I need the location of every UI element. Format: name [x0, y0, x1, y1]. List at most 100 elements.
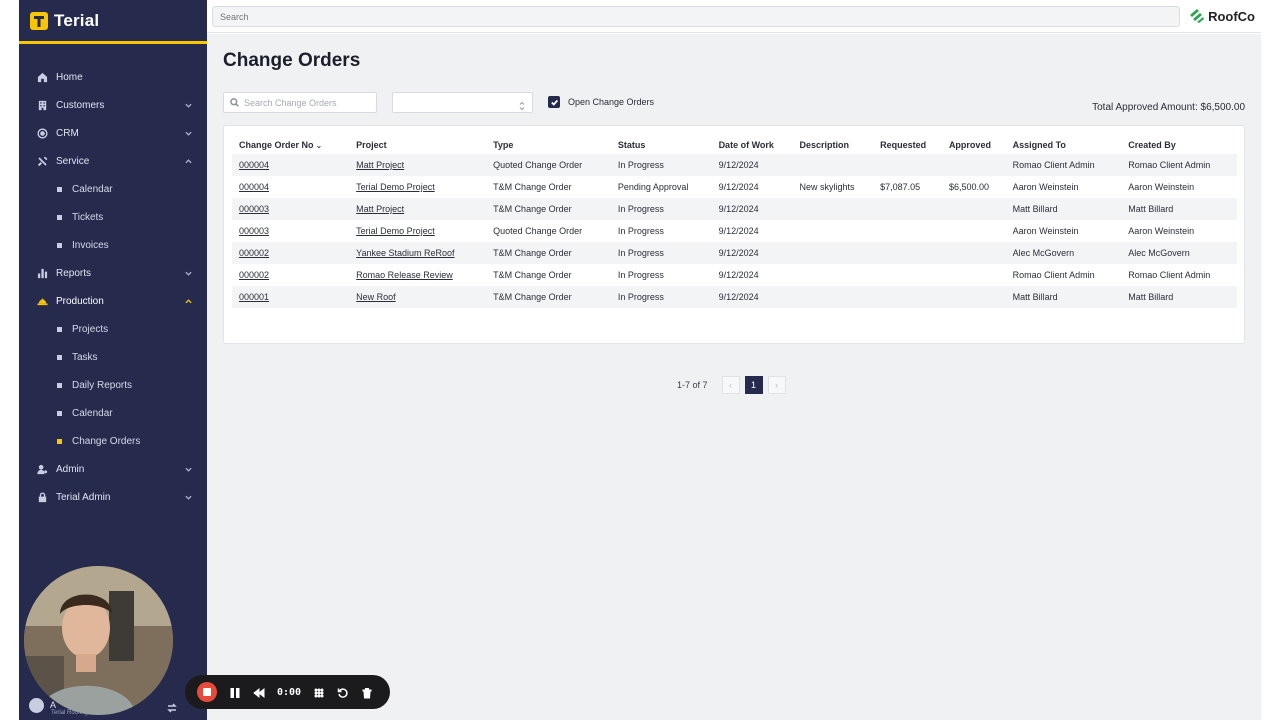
chevron-down-icon	[185, 493, 192, 500]
roofco-logo-icon	[1190, 9, 1205, 23]
sidebar-subitem-service-calendar[interactable]: Calendar	[19, 175, 207, 203]
checkbox-label: Open Change Orders	[568, 97, 655, 107]
sidebar-subitem-tickets[interactable]: Tickets	[19, 203, 207, 231]
sidebar-item-label: Customers	[56, 99, 105, 111]
open-change-orders-filter[interactable]: Open Change Orders	[548, 96, 654, 108]
filter-select[interactable]	[392, 92, 533, 113]
check-icon	[550, 99, 558, 106]
change-order-link[interactable]: 000004	[239, 182, 269, 192]
bullet-icon	[57, 242, 62, 248]
open-change-orders-checkbox[interactable]	[548, 96, 560, 108]
cell-assigned-to: Romao Client Admin	[1005, 154, 1122, 176]
page-1-button[interactable]: 1	[744, 376, 763, 394]
change-order-search[interactable]	[223, 92, 377, 113]
cell-description: New skylights	[799, 182, 855, 192]
sidebar-subitem-daily-reports[interactable]: Daily Reports	[19, 371, 207, 399]
webcam-overlay	[24, 566, 173, 715]
project-link[interactable]: Matt Project	[356, 204, 404, 214]
bullet-icon	[57, 382, 62, 388]
sidebar-subitem-label: Projects	[72, 323, 109, 335]
chevron-down-icon	[185, 129, 192, 136]
column-header-label: Change Order No	[239, 140, 314, 150]
bullet-icon	[57, 410, 62, 416]
cell-approved	[941, 286, 1006, 308]
cell-change-order-no: 000002	[232, 264, 349, 286]
cell-created-by: Matt Billard	[1121, 286, 1237, 308]
trash-icon[interactable]	[361, 686, 373, 699]
column-header-assigned-to[interactable]: Assigned To	[1006, 136, 1122, 154]
project-link[interactable]: Matt Project	[356, 160, 404, 170]
column-header-created-by[interactable]: Created By	[1121, 136, 1237, 154]
sidebar-item-admin[interactable]: Admin	[19, 455, 207, 483]
project-link[interactable]: Romao Release Review	[356, 270, 453, 280]
sidebar-item-label: Production	[56, 295, 104, 307]
stop-recording-button[interactable]	[197, 682, 217, 702]
pagination: 1-7 of 7 ‹ 1 ›	[677, 376, 791, 394]
project-link[interactable]: Yankee Stadium ReRoof	[356, 248, 454, 258]
sidebar-subitem-change-orders[interactable]: Change Orders	[19, 427, 207, 455]
change-order-link[interactable]: 000002	[239, 270, 269, 280]
cell-change-order-no: 000001	[232, 286, 350, 308]
sidebar-item-service[interactable]: Service	[19, 147, 207, 175]
next-page-button[interactable]: ›	[767, 376, 786, 394]
change-order-link[interactable]: 000003	[239, 204, 269, 214]
sidebar-item-label: Terial Admin	[56, 491, 111, 503]
sidebar-subitem-invoices[interactable]: Invoices	[19, 231, 207, 259]
sidebar-item-reports[interactable]: Reports	[19, 259, 207, 287]
sidebar-item-production[interactable]: Production	[19, 287, 207, 315]
sidebar-item-terial-admin[interactable]: Terial Admin	[19, 483, 207, 511]
column-header-status[interactable]: Status	[611, 136, 712, 154]
table-row[interactable]: 000003 Matt Project T&M Change Order In Pro…	[232, 198, 1237, 220]
pagination-count: 1-7 of 7	[677, 380, 708, 390]
cell-type: Quoted Change Order	[486, 154, 611, 176]
column-header-requested[interactable]: Requested	[873, 136, 942, 154]
brand[interactable]: Terial	[19, 0, 207, 44]
sidebar-subitem-tasks[interactable]: Tasks	[19, 343, 207, 371]
cell-date-of-work: 9/12/2024	[718, 182, 759, 192]
table-row[interactable]: 000003 Terial Demo Project Quoted Change O…	[232, 220, 1237, 242]
cell-created-by: Aaron Weinstein	[1128, 182, 1195, 192]
cell-created-by: Romao Client Admin	[1121, 154, 1237, 176]
column-header-change-order-no[interactable]: Change Order No ⌄	[232, 136, 349, 154]
change-order-link[interactable]: 000001	[239, 292, 269, 302]
column-header-type[interactable]: Type	[486, 136, 611, 154]
sidebar-item-home[interactable]: Home	[19, 63, 207, 91]
change-order-link[interactable]: 000004	[239, 160, 269, 170]
cell-type: T&M Change Order	[486, 286, 611, 308]
change-order-link[interactable]: 000003	[239, 226, 269, 236]
column-header-date-of-work[interactable]: Date of Work	[712, 136, 793, 154]
change-order-link[interactable]: 000002	[239, 248, 269, 258]
table-row[interactable]: 000004 Matt Project Quoted Change Order In …	[232, 154, 1237, 176]
rewind-icon[interactable]	[253, 686, 265, 699]
bullet-icon	[57, 326, 62, 332]
cell-project: Matt Project	[349, 154, 487, 176]
terial-logo-icon	[30, 11, 48, 30]
project-link[interactable]: New Roof	[356, 292, 396, 302]
cell-created-by: Matt Billard	[1121, 198, 1237, 220]
table-row[interactable]: 000004 Terial Demo Project T&M Change Orde…	[232, 176, 1237, 198]
cell-requested: $7,087.05	[880, 182, 921, 192]
restart-icon[interactable]	[337, 686, 349, 698]
column-header-project[interactable]: Project	[349, 136, 486, 154]
project-link[interactable]: Terial Demo Project	[356, 182, 435, 192]
sidebar-subitem-production-calendar[interactable]: Calendar	[19, 399, 207, 427]
pause-icon[interactable]	[229, 686, 241, 698]
grid-icon[interactable]	[313, 686, 325, 698]
column-header-approved[interactable]: Approved	[942, 136, 1006, 154]
table-row[interactable]: 000002 Romao Release Review T&M Change Ord…	[232, 264, 1237, 286]
sidebar-item-customers[interactable]: Customers	[19, 91, 207, 119]
project-link[interactable]: Terial Demo Project	[356, 226, 435, 236]
cell-requested	[873, 220, 942, 242]
previous-page-button[interactable]: ‹	[721, 376, 740, 394]
global-search-input[interactable]	[212, 6, 1180, 27]
cell-requested	[873, 264, 942, 286]
sidebar-item-crm[interactable]: CRM	[19, 119, 207, 147]
switch-icon[interactable]	[167, 700, 177, 713]
table-row[interactable]: 000001 New Roof T&M Change Order In Progres…	[232, 286, 1237, 308]
column-header-description[interactable]: Description	[793, 136, 874, 154]
sidebar-subitem-projects[interactable]: Projects	[19, 315, 207, 343]
change-order-search-input[interactable]	[244, 97, 374, 108]
company-switcher[interactable]: RoofCo	[1188, 7, 1255, 25]
table-row[interactable]: 000002 Yankee Stadium ReRoof T&M Change Or…	[232, 242, 1237, 264]
cell-status: In Progress	[610, 286, 712, 308]
